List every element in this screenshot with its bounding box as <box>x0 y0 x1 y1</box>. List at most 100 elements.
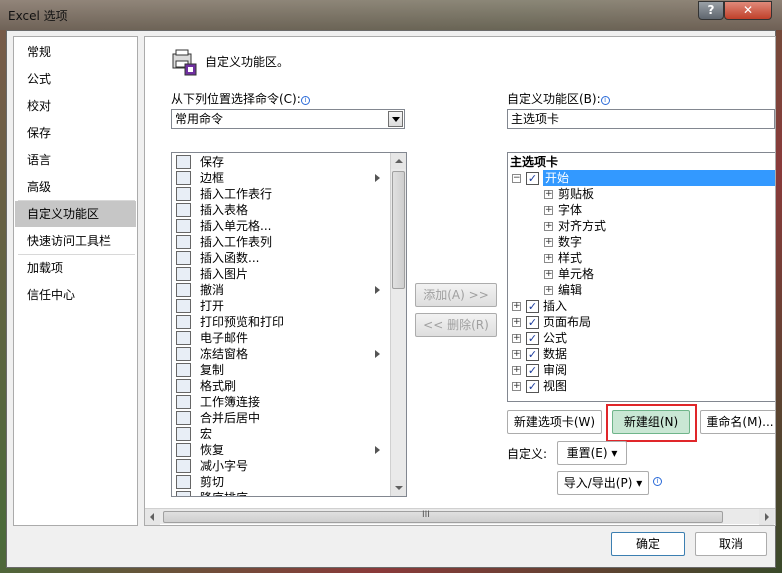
command-item[interactable]: 保存 <box>174 154 382 170</box>
import-export-button[interactable]: 导入/导出(P) ▾ <box>557 471 649 495</box>
nav-item[interactable]: 公式 <box>15 66 136 92</box>
info-icon[interactable]: i <box>653 477 662 486</box>
tree-node[interactable]: + ✓ 公式 <box>508 330 775 346</box>
tab-checkbox[interactable]: ✓ <box>526 364 539 377</box>
chevron-down-icon[interactable] <box>388 111 403 127</box>
commands-scrollbar[interactable] <box>390 153 406 496</box>
ribbon-tree[interactable]: 主选项卡 − ✓ 开始 + 剪贴板 + 字体 + 对齐方式 + 数字 + 样式 + 单元格 + 编辑 + ✓ 插入 + ✓… <box>507 152 775 402</box>
tree-node[interactable]: + 对齐方式 <box>508 218 775 234</box>
command-item[interactable]: 宏 <box>174 426 382 442</box>
command-item[interactable]: 边框 <box>174 170 382 186</box>
help-button[interactable]: ? <box>698 1 724 20</box>
rename-button[interactable]: 重命名(M)... <box>700 410 775 434</box>
command-item[interactable]: 插入图片 <box>174 266 382 282</box>
reset-button-label: 重置(E) <box>566 446 608 460</box>
expand-icon[interactable]: + <box>544 286 553 295</box>
nav-item[interactable]: 语言 <box>15 147 136 173</box>
expand-icon[interactable]: + <box>512 350 521 359</box>
command-label: 冻结窗格 <box>200 347 249 361</box>
expand-icon[interactable]: + <box>544 270 553 279</box>
nav-item[interactable]: 常规 <box>15 39 136 65</box>
close-button[interactable]: ✕ <box>724 1 772 20</box>
command-item[interactable]: 电子邮件 <box>174 330 382 346</box>
expand-icon[interactable]: + <box>544 254 553 263</box>
tab-checkbox[interactable]: ✓ <box>526 348 539 361</box>
nav-item[interactable]: 加载项 <box>15 255 136 281</box>
expand-icon[interactable]: + <box>512 318 521 327</box>
command-item[interactable]: 合并后居中 <box>174 410 382 426</box>
tree-node[interactable]: + 样式 <box>508 250 775 266</box>
scroll-down-button[interactable] <box>391 480 406 496</box>
command-source-combo[interactable]: 常用命令 <box>171 109 405 129</box>
command-item[interactable]: 冻结窗格 <box>174 346 382 362</box>
submenu-arrow-icon <box>375 446 380 454</box>
expand-icon[interactable]: + <box>544 190 553 199</box>
scroll-thumb[interactable] <box>392 171 405 289</box>
import-export-label: 导入/导出(P) <box>563 476 633 490</box>
hscroll-thumb[interactable]: III <box>163 510 723 523</box>
ok-button[interactable]: 确定 <box>611 532 685 556</box>
command-item[interactable]: 恢复 <box>174 442 382 458</box>
expand-icon[interactable]: + <box>512 382 521 391</box>
tree-node[interactable]: + 字体 <box>508 202 775 218</box>
command-item[interactable]: 打印预览和打印 <box>174 314 382 330</box>
command-item[interactable]: 撤消 <box>174 282 382 298</box>
cancel-button[interactable]: 取消 <box>695 532 767 556</box>
scroll-left-button[interactable] <box>145 509 160 525</box>
nav-item[interactable]: 自定义功能区 <box>15 201 136 227</box>
info-icon[interactable]: i <box>300 96 310 105</box>
command-item[interactable]: 减小字号 <box>174 458 382 474</box>
scroll-up-button[interactable] <box>391 153 406 169</box>
tree-node[interactable]: + ✓ 数据 <box>508 346 775 362</box>
panel-hscrollbar[interactable]: III <box>145 508 775 525</box>
tab-checkbox[interactable]: ✓ <box>526 332 539 345</box>
tree-node[interactable]: + ✓ 页面布局 <box>508 314 775 330</box>
command-item[interactable]: 打开 <box>174 298 382 314</box>
collapse-icon[interactable]: − <box>512 174 521 183</box>
nav-item[interactable]: 信任中心 <box>15 282 136 308</box>
nav-item[interactable]: 保存 <box>15 120 136 146</box>
tree-node[interactable]: + ✓ 插入 <box>508 298 775 314</box>
command-item[interactable]: 工作簿连接 <box>174 394 382 410</box>
command-item[interactable]: 剪切 <box>174 474 382 490</box>
tab-checkbox[interactable]: ✓ <box>526 316 539 329</box>
command-item[interactable]: 插入工作表行 <box>174 186 382 202</box>
new-group-button[interactable]: 新建组(N) <box>612 410 690 434</box>
add-button[interactable]: 添加(A) >> <box>415 283 497 307</box>
commands-list[interactable]: 降序排序剪切 减小字号 恢复 宏 合并后居中 工作簿连接 格式刷 复制 冻结窗格 电子邮件 打印预览… <box>171 152 407 497</box>
tree-node[interactable]: + 数字 <box>508 234 775 250</box>
expand-icon[interactable]: + <box>544 238 553 247</box>
nav-item[interactable]: 高级 <box>15 174 136 200</box>
command-item[interactable]: 插入单元格... <box>174 218 382 234</box>
nav-item[interactable]: 校对 <box>15 93 136 119</box>
nav-item[interactable]: 快速访问工具栏 <box>15 228 136 254</box>
tree-node[interactable]: + ✓ 审阅 <box>508 362 775 378</box>
scroll-right-button[interactable] <box>759 509 774 525</box>
expand-icon[interactable]: + <box>512 302 521 311</box>
command-item[interactable]: 插入工作表列 <box>174 234 382 250</box>
tree-node-label: 公式 <box>543 331 568 345</box>
expand-icon[interactable]: + <box>544 222 553 231</box>
tree-node[interactable]: + 单元格 <box>508 266 775 282</box>
remove-button[interactable]: << 删除(R) <box>415 313 497 337</box>
command-label: 剪切 <box>200 475 225 489</box>
command-item[interactable]: 复制 <box>174 362 382 378</box>
tab-checkbox[interactable]: ✓ <box>526 300 539 313</box>
info-icon[interactable]: i <box>600 96 610 105</box>
command-item[interactable]: 降序排序 <box>174 490 382 496</box>
ribbon-target-combo[interactable]: 主选项卡 <box>507 109 775 129</box>
tree-node[interactable]: − ✓ 开始 <box>508 170 775 186</box>
expand-icon[interactable]: + <box>512 366 521 375</box>
tree-node[interactable]: + ✓ 视图 <box>508 378 775 394</box>
tree-node[interactable]: + 剪贴板 <box>508 186 775 202</box>
expand-icon[interactable]: + <box>544 206 553 215</box>
new-tab-button[interactable]: 新建选项卡(W) <box>507 410 602 434</box>
tab-checkbox[interactable]: ✓ <box>526 380 539 393</box>
command-item[interactable]: 插入函数... <box>174 250 382 266</box>
command-item[interactable]: 格式刷 <box>174 378 382 394</box>
tree-node[interactable]: + 编辑 <box>508 282 775 298</box>
tab-checkbox[interactable]: ✓ <box>526 172 539 185</box>
command-item[interactable]: 插入表格 <box>174 202 382 218</box>
expand-icon[interactable]: + <box>512 334 521 343</box>
reset-button[interactable]: 重置(E) ▾ <box>557 441 627 465</box>
